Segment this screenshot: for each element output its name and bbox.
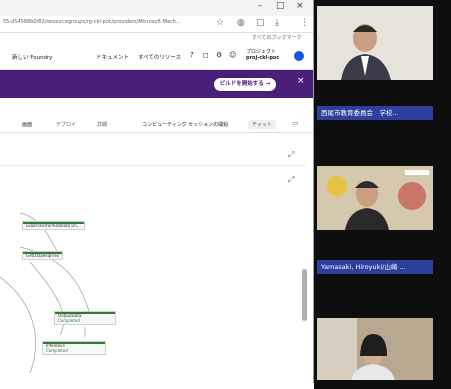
maximize-button[interactable]: □ [276, 1, 285, 11]
participant-name: 西尾市教育委員会 学校... [317, 106, 433, 120]
pipeline-node[interactable]: LoadTransformedData Un... [22, 221, 85, 230]
participant-avatar [317, 318, 433, 380]
designer-toolbar: 画面 デプロイ 詳細 コンピューティング セッションの開始 チャット ▭ [0, 118, 313, 133]
video-tile [317, 166, 433, 230]
settings-icon[interactable]: ⚙ [216, 51, 222, 59]
kebab-menu-icon[interactable]: ⋮ [300, 18, 309, 28]
nav-documents[interactable]: ドキュメント [96, 53, 129, 61]
chat-button[interactable]: チャット [248, 120, 276, 129]
promo-banner: ビルドを開始する → × [0, 70, 313, 98]
nav-new-foundry[interactable]: 新しい Foundry [12, 53, 53, 61]
node-status: Completed [58, 318, 80, 323]
close-window-button[interactable]: × [296, 1, 304, 11]
video-tile [317, 318, 433, 380]
minimize-button[interactable]: – [258, 1, 263, 11]
bookmark-star-icon[interactable]: ☆ [216, 18, 224, 28]
tab-search-icon[interactable]: ▢ [256, 18, 265, 28]
notification-icon[interactable]: ◻ [203, 51, 209, 59]
bookmarks-bar: すべてのブックマーク [0, 33, 313, 43]
panel-toggle-icon[interactable]: ▭ [292, 119, 299, 127]
participant-avatar [317, 6, 433, 80]
pipeline-node[interactable]: OutputData Completed [54, 311, 116, 325]
nav-all-resources[interactable]: すべてのリソース [138, 53, 181, 61]
user-avatar[interactable] [294, 51, 304, 61]
details-button[interactable]: 詳細 [97, 121, 107, 128]
video-tile [317, 6, 433, 80]
help-icon[interactable]: ? [190, 51, 194, 59]
screen-button[interactable]: 画面 [22, 121, 32, 128]
participant-name: Yamasaki, Hiroyuki/山崎 ... [317, 260, 433, 274]
download-icon[interactable]: ⤓ [275, 18, 279, 28]
deploy-button[interactable]: デプロイ [56, 121, 76, 128]
start-compute-session-button[interactable]: コンピューティング セッションの開始 [142, 121, 228, 128]
close-banner-icon[interactable]: × [297, 76, 305, 86]
pipeline-node[interactable]: GetDataReqFiles [22, 251, 64, 260]
start-build-button[interactable]: ビルドを開始する → [214, 78, 276, 91]
pipeline-node[interactable]: Inference Completed [42, 341, 106, 355]
browser-titlebar: – □ × [0, 0, 313, 16]
feedback-icon[interactable]: ☺ [229, 51, 236, 59]
url-text: 55-d54588b0/82/resourcegroups/rg-ckl-poc… [3, 19, 181, 25]
browser-window: – □ × 55-d54588b0/82/resourcegroups/rg-c… [0, 0, 314, 383]
pipeline-canvas[interactable]: ⤢ ⤢ LoadTransformedData Un... GetDataReq… [0, 147, 313, 383]
extension-icon[interactable]: ◍ [237, 18, 245, 28]
address-bar[interactable]: 55-d54588b0/82/resourcegroups/rg-ckl-poc… [0, 16, 313, 33]
app-header: 新しい Foundry ドキュメント すべてのリソース ? ◻ ⚙ ☺ プロジェ… [0, 43, 313, 70]
project-name: proj-ckl-poc [246, 55, 280, 61]
spacer [0, 98, 313, 118]
all-bookmarks-link[interactable]: すべてのブックマーク [252, 34, 301, 41]
video-panel: 西尾市教育委員会 学校... Yamasaki, Hiroyuki/山崎 ... [314, 0, 451, 389]
node-status: Completed [46, 348, 68, 353]
canvas-scrollbar[interactable] [302, 269, 307, 321]
participant-avatar [317, 166, 433, 230]
project-selector[interactable]: プロジェクト proj-ckl-poc [246, 49, 279, 61]
